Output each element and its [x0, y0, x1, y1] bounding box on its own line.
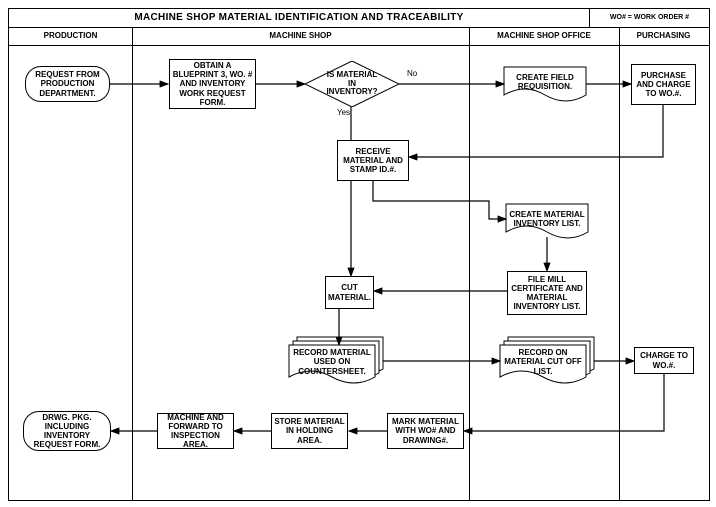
process-machine: MACHINE AND FORWARD TO INSPECTION AREA. — [157, 413, 234, 449]
diagram-frame: MACHINE SHOP MATERIAL IDENTIFICATION AND… — [8, 8, 710, 501]
decision-inventory: IS MATERIAL IN INVENTORY? — [305, 61, 399, 107]
document-create-requisition: CREATE FIELD REQUISITION. — [504, 67, 586, 97]
decision-yes-label: Yes — [337, 108, 350, 117]
process-receive: RECEIVE MATERIAL AND STAMP ID.#. — [337, 140, 409, 181]
document-cutoff-list: RECORD ON MATERIAL CUT OFF LIST. — [500, 345, 586, 379]
process-file-mill: FILE MILL CERTIFICATE AND MATERIAL INVEN… — [507, 271, 587, 315]
document-countersheet: RECORD MATERIAL USED ON COUNTERSHEET. — [289, 345, 375, 379]
terminator-request: REQUEST FROM PRODUCTION DEPARTMENT. — [25, 66, 110, 102]
process-purchase: PURCHASE AND CHARGE TO WO.#. — [631, 64, 696, 105]
decision-no-label: No — [407, 69, 417, 78]
process-obtain: OBTAIN A BLUEPRINT 3, WO. # AND INVENTOR… — [169, 59, 256, 109]
document-inventory-list: CREATE MATERIAL INVENTORY LIST. — [506, 204, 588, 234]
decision-label: IS MATERIAL IN INVENTORY? — [305, 61, 399, 107]
diagram-sheet: MACHINE SHOP MATERIAL IDENTIFICATION AND… — [0, 0, 716, 507]
process-store: STORE MATERIAL IN HOLDING AREA. — [271, 413, 348, 449]
terminator-drwg-pkg: DRWG. PKG. INCLUDING INVENTORY REQUEST F… — [23, 411, 111, 451]
process-mark: MARK MATERIAL WITH WO# AND DRAWING#. — [387, 413, 464, 449]
process-charge: CHARGE TO WO.#. — [634, 347, 694, 374]
process-cut: CUT MATERIAL. — [325, 276, 374, 309]
